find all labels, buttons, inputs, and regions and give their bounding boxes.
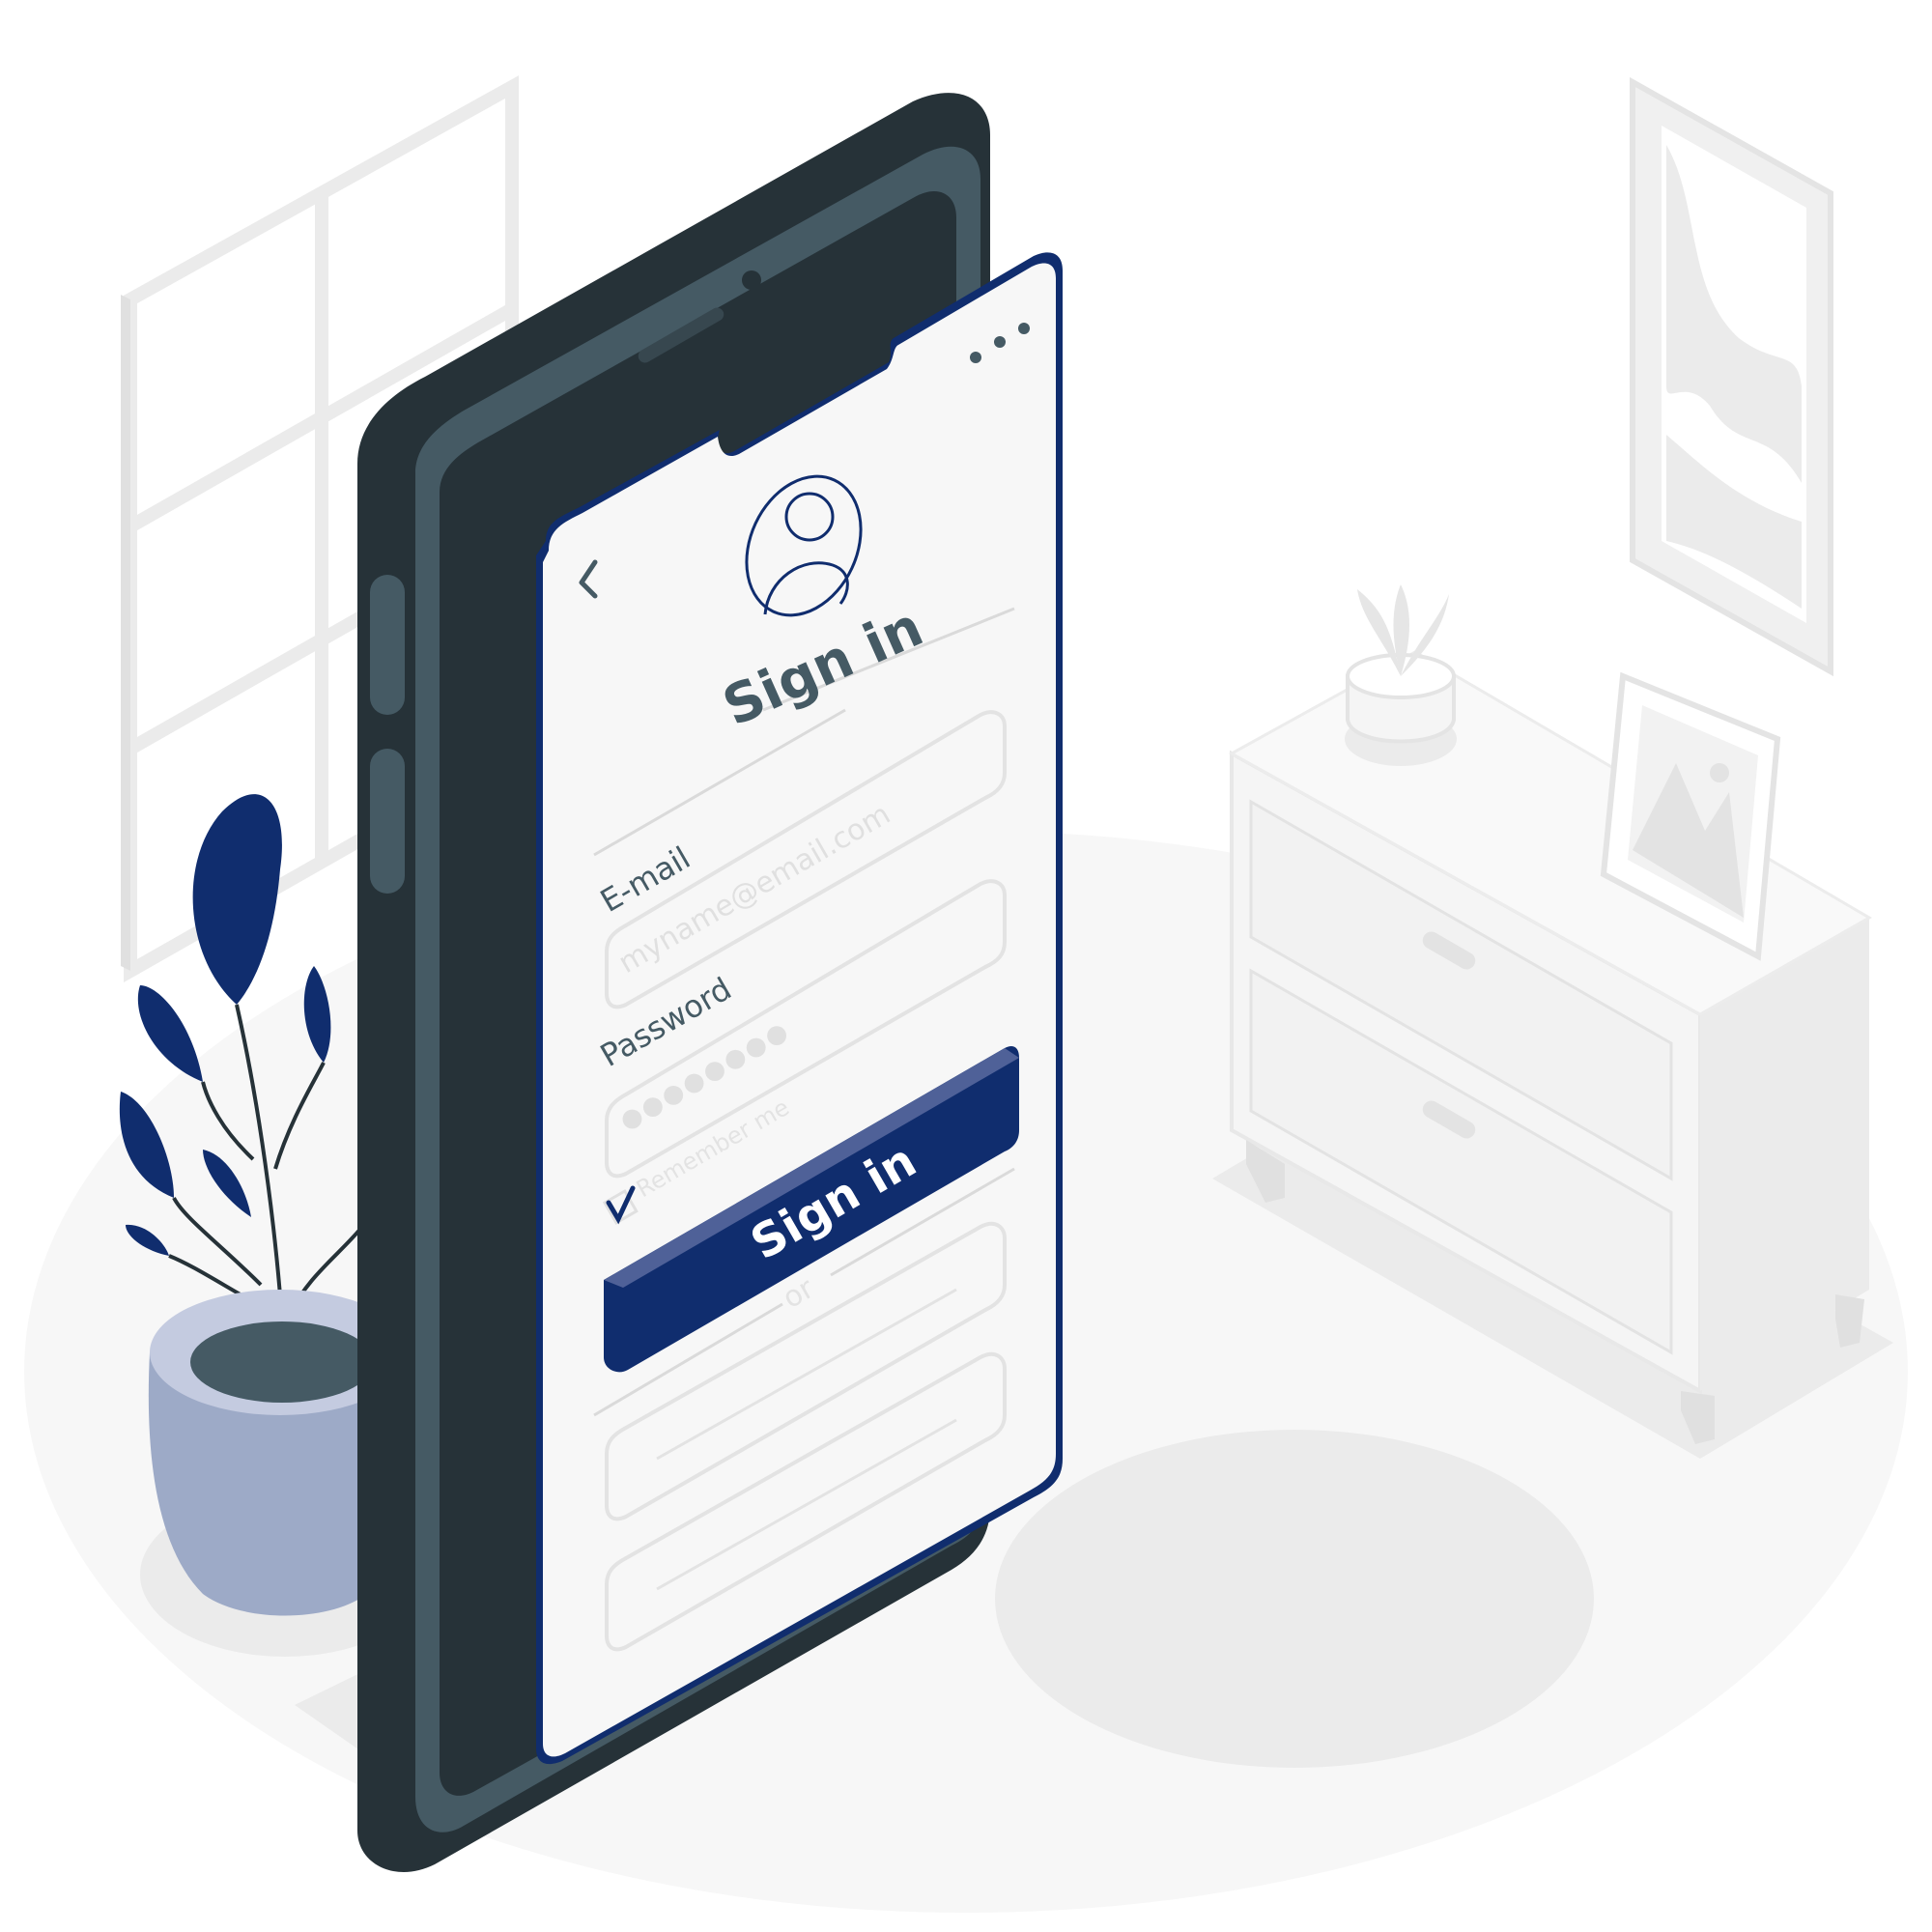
- window-edge: [121, 295, 130, 971]
- cabinet-plant: [1345, 584, 1457, 766]
- floor-rug: [995, 1430, 1594, 1768]
- login-illustration: Sign in E-mail myname@email.com Password…: [24, 75, 1908, 1913]
- wall-picture: [1630, 76, 1833, 677]
